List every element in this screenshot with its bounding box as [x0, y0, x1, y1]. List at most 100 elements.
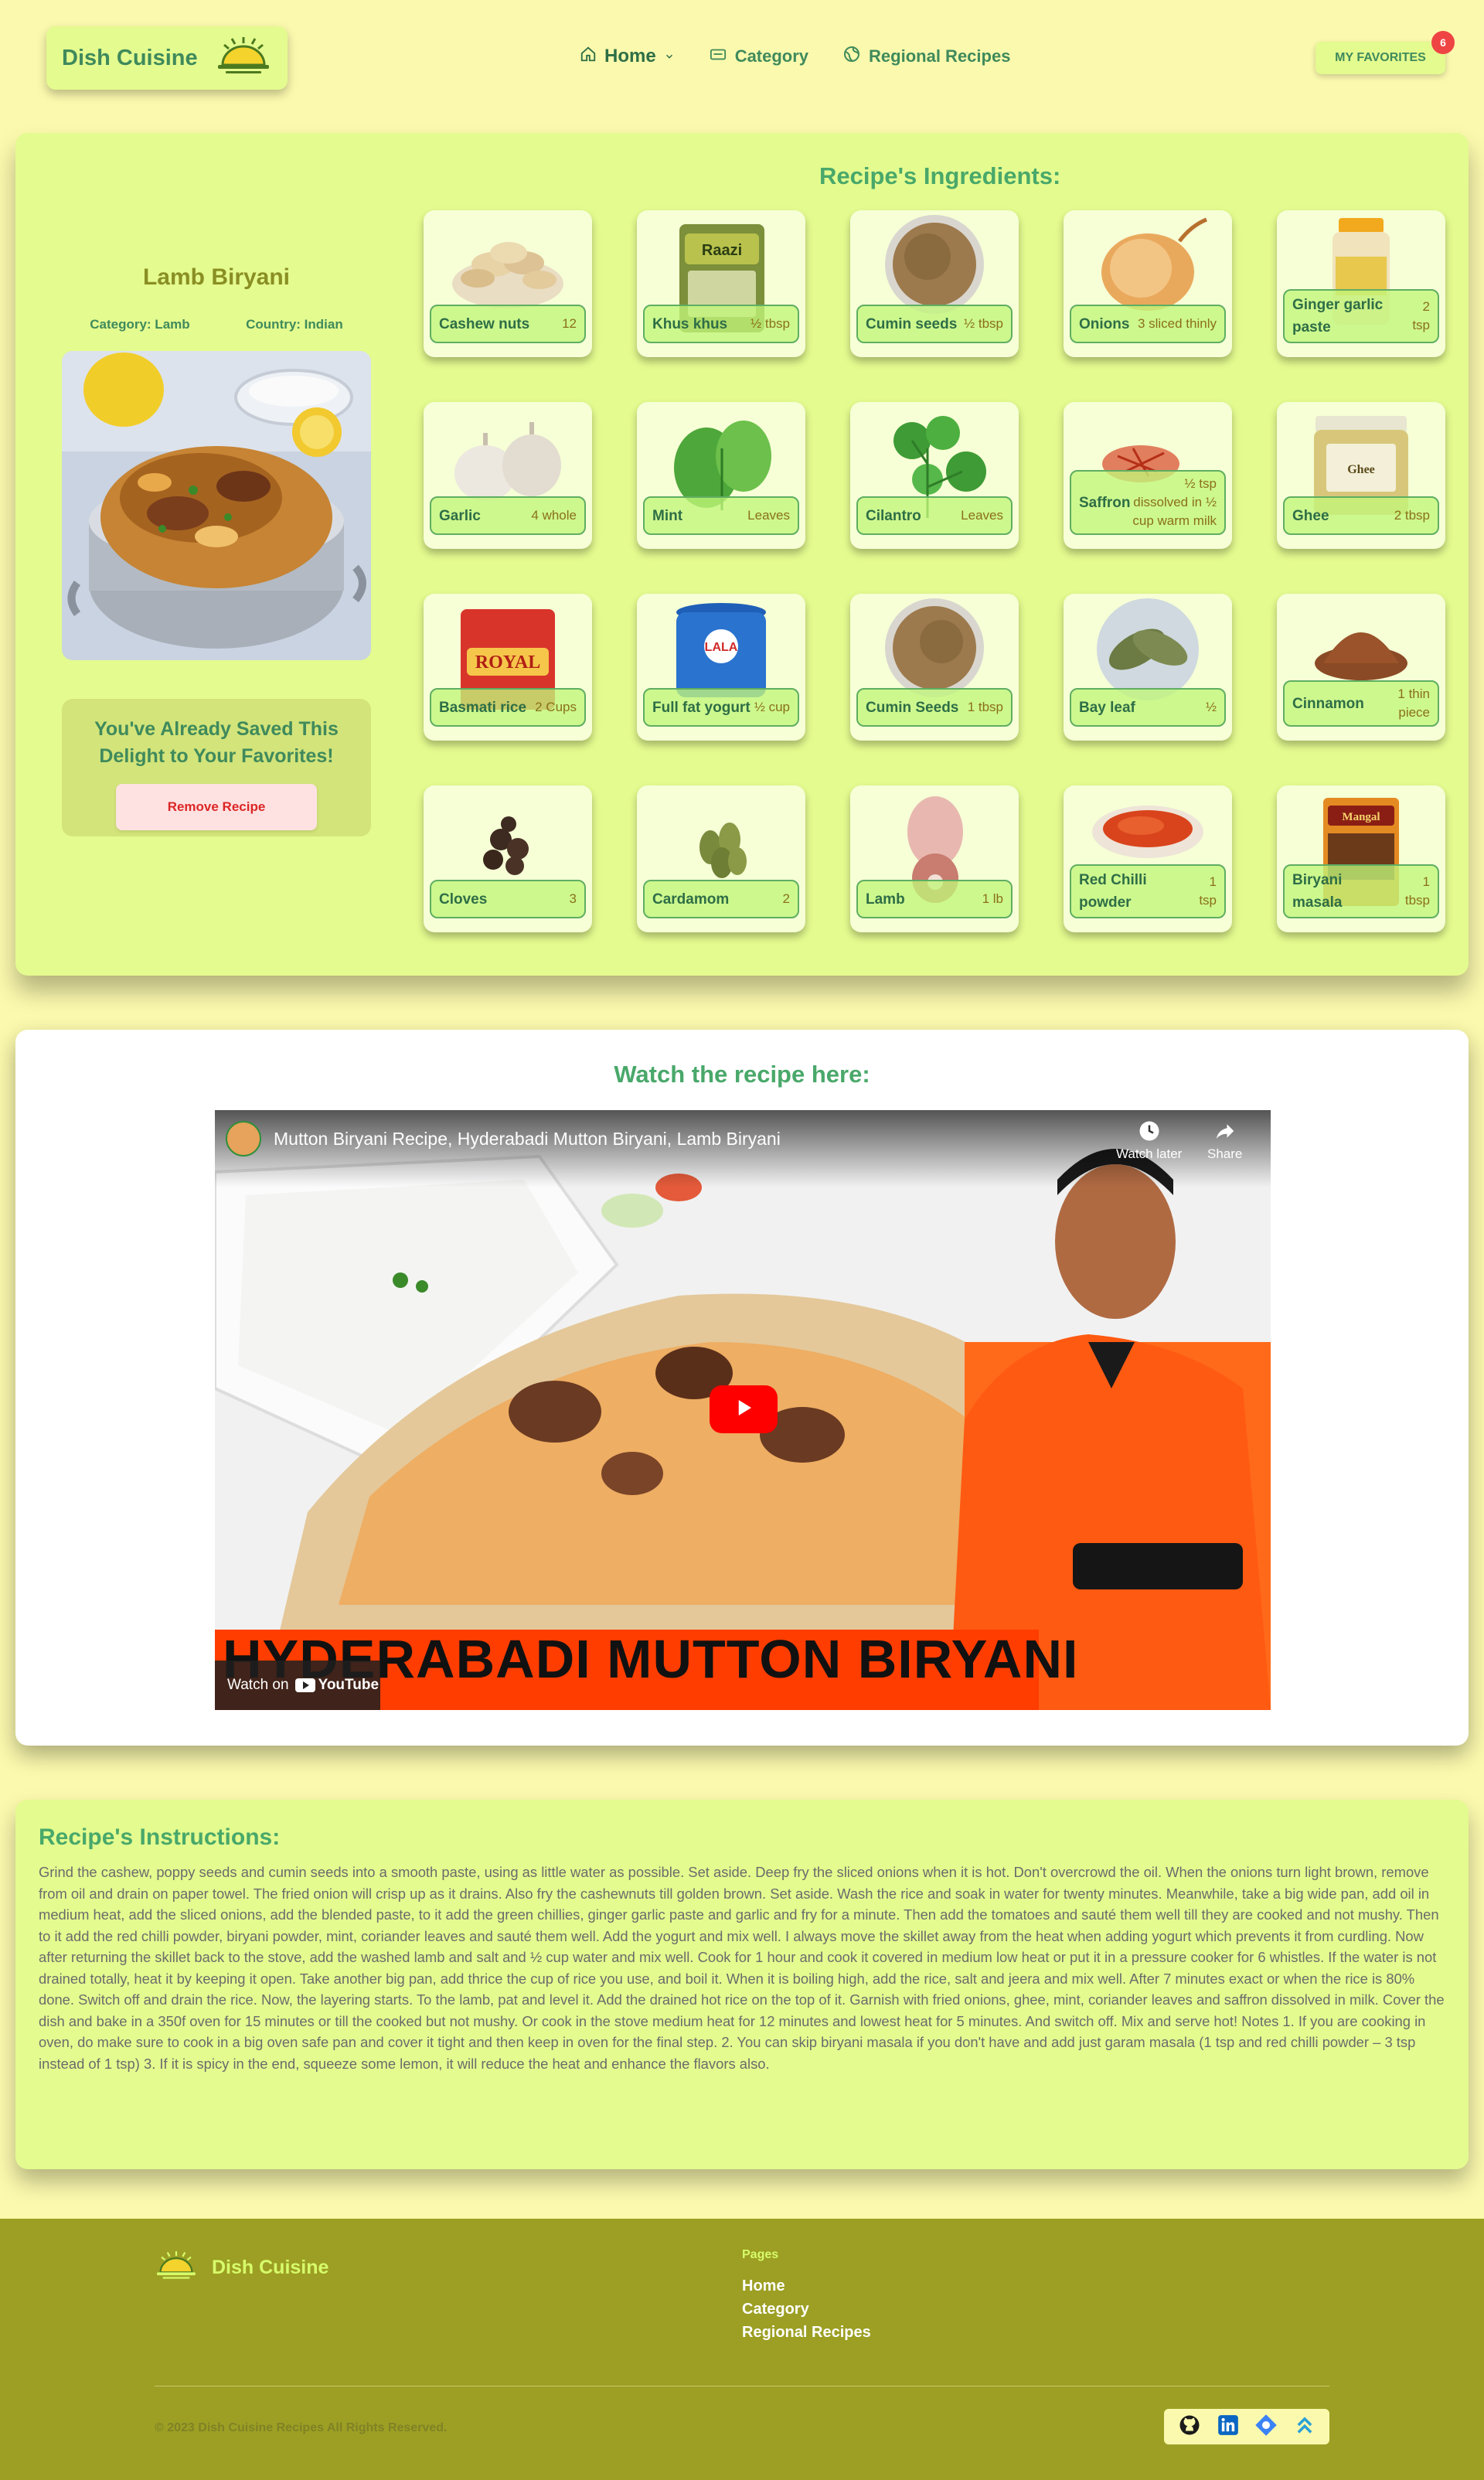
play-button[interactable]: [710, 1385, 778, 1433]
svg-text:LALA: LALA: [705, 641, 738, 654]
ingredient-name: Saffron: [1079, 494, 1131, 511]
ingredient-qty: ½ cup: [754, 700, 790, 714]
ingredient-card[interactable]: Bay leaf ½: [1064, 594, 1232, 741]
ingredient-card[interactable]: Saffron ½ tsp dissolved in ½ cup warm mil…: [1064, 402, 1232, 549]
recipe-title: Lamb Biryani: [142, 264, 291, 290]
ingredient-qty: 3: [569, 891, 577, 906]
footer-link-home[interactable]: Home: [742, 2274, 871, 2298]
ingredient-card[interactable]: Red Chilli powder 1 tsp: [1064, 785, 1232, 932]
video-section-title: Watch the recipe here:: [614, 1061, 870, 1088]
remove-recipe-button[interactable]: Remove Recipe: [116, 784, 317, 830]
ingredient-qty: 4 whole: [531, 508, 577, 523]
recipe-meta: Category: Lamb Country: Indian: [62, 317, 371, 332]
ingredient-card[interactable]: Cardamom 2: [637, 785, 805, 932]
ingredient-name: Cumin Seeds: [866, 699, 959, 716]
ingredient-name: Bay leaf: [1079, 699, 1135, 716]
linkedin-icon[interactable]: [1217, 2414, 1239, 2440]
clock-icon: [1138, 1121, 1161, 1146]
ingredient-name: Onions: [1079, 315, 1130, 332]
ingredient-card[interactable]: Ginger garlic paste 2 tsp: [1277, 210, 1445, 357]
ingredient-name: Full fat yogurt: [652, 699, 751, 716]
portfolio-icon[interactable]: [1254, 2414, 1278, 2441]
home-icon: [580, 46, 597, 68]
ingredient-card[interactable]: Onions 3 sliced thinly: [1064, 210, 1232, 357]
ingredient-card[interactable]: Mint Leaves: [637, 402, 805, 549]
ingredient-name: Mint: [652, 507, 683, 524]
footer-links: Home Category Regional Recipes: [742, 2274, 871, 2344]
footer: Dish Cuisine Pages Home Category Regiona…: [0, 2219, 1484, 2480]
favorites-count-badge: 6: [1431, 31, 1455, 54]
ingredient-qty: 2 tsp: [1412, 299, 1430, 332]
ingredient-card[interactable]: Garlic 4 whole: [424, 402, 592, 549]
my-favorites-button[interactable]: MY FAVORITES: [1316, 42, 1445, 74]
ingredient-name: Ginger garlic paste: [1292, 297, 1384, 336]
ingredient-card[interactable]: Cumin Seeds 1 tbsp: [850, 594, 1019, 741]
ingredient-card[interactable]: Mangal Biryani masala 1 tbsp: [1277, 785, 1445, 932]
watch-on-youtube-button[interactable]: Watch on YouTube: [215, 1661, 380, 1710]
ingredient-name: Cumin seeds: [866, 315, 958, 332]
ingredient-qty: ½: [1205, 700, 1217, 714]
play-icon: [732, 1396, 755, 1423]
globe-icon: [842, 45, 861, 68]
ingredient-qty: 1 tbsp: [1404, 874, 1430, 908]
ingredient-qty: ½ tsp dissolved in ½ cup warm milk: [1132, 476, 1217, 528]
share-label: Share: [1207, 1146, 1243, 1161]
saved-favorite-notice: You've Already Saved This Delight to You…: [62, 699, 371, 836]
watch-later-label: Watch later: [1116, 1146, 1183, 1161]
ingredient-qty: 2: [782, 891, 790, 906]
ingredient-qty: 1 lb: [982, 891, 1003, 906]
brand-logo-button[interactable]: Dish Cuisine: [46, 26, 288, 90]
ingredient-qty: 12: [562, 316, 577, 331]
footer-pages-title: Pages: [742, 2248, 779, 2261]
github-icon[interactable]: [1178, 2414, 1201, 2441]
share-button[interactable]: Share: [1207, 1119, 1242, 1162]
card-icon: [709, 46, 727, 67]
nav-home[interactable]: Home: [580, 46, 675, 68]
ingredient-qty: 1 tsp: [1199, 874, 1217, 908]
nav-regional-label: Regional Recipes: [869, 46, 1011, 66]
watch-later-button[interactable]: Watch later: [1116, 1119, 1182, 1162]
ingredient-card[interactable]: Raazi Khus khus ½ tbsp: [637, 210, 805, 357]
video-title[interactable]: Mutton Biryani Recipe, Hyderabadi Mutton…: [274, 1129, 781, 1150]
ingredient-card[interactable]: Lamb 1 lb: [850, 785, 1019, 932]
ingredient-card[interactable]: ROYAL Basmati rice 2 Cups: [424, 594, 592, 741]
channel-avatar[interactable]: [226, 1121, 261, 1157]
recipe-country: Country: Indian: [246, 317, 343, 332]
ingredient-card[interactable]: Cumin seeds ½ tbsp: [850, 210, 1019, 357]
social-links: [1164, 2409, 1329, 2444]
main-nav: Home Category Regional Recipes: [580, 45, 1010, 68]
nav-regional-recipes[interactable]: Regional Recipes: [842, 45, 1010, 68]
chevron-down-icon: [664, 46, 675, 67]
cloche-icon: [215, 34, 272, 83]
video-section: Watch the recipe here: Mutton Biryani Re: [15, 1030, 1469, 1746]
footer-brand-name: Dish Cuisine: [212, 2257, 329, 2278]
ingredient-name: Lamb: [866, 891, 905, 908]
ingredient-card[interactable]: Cilantro Leaves: [850, 402, 1019, 549]
footer-brand[interactable]: Dish Cuisine: [155, 2248, 328, 2288]
recipe-image: [62, 351, 371, 660]
ingredient-card[interactable]: Ghee Ghee 2 tbsp: [1277, 402, 1445, 549]
nav-category[interactable]: Category: [709, 46, 808, 67]
ingredient-qty: ½ tbsp: [963, 316, 1003, 331]
share-icon: [1213, 1124, 1237, 1146]
footer-link-regional-recipes[interactable]: Regional Recipes: [742, 2321, 871, 2344]
footer-link-category[interactable]: Category: [742, 2298, 871, 2321]
ingredient-card[interactable]: Cashew nuts 12: [424, 210, 592, 357]
ingredient-name: Cilantro: [866, 507, 921, 524]
ingredient-card[interactable]: Cloves 3: [424, 785, 592, 932]
nav-category-label: Category: [734, 46, 809, 66]
youtube-wordmark: YouTube: [318, 1677, 380, 1693]
youtube-embed[interactable]: Mutton Biryani Recipe, Hyderabadi Mutton…: [215, 1110, 1271, 1710]
ingredient-qty: 1 thin piece: [1397, 686, 1430, 720]
ingredient-card[interactable]: LALA Full fat yogurt ½ cup: [637, 594, 805, 741]
ingredient-name: Cashew nuts: [439, 315, 530, 332]
svg-text:ROYAL: ROYAL: [475, 652, 540, 673]
ingredient-card[interactable]: Cinnamon 1 thin piece: [1277, 594, 1445, 741]
instructions-title: Recipe's Instructions:: [39, 1824, 281, 1850]
scroll-top-icon[interactable]: [1294, 2414, 1316, 2440]
ingredient-name: Red Chilli powder: [1079, 872, 1147, 911]
ingredient-name: Cinnamon: [1292, 695, 1364, 712]
youtube-logo-icon: YouTube: [294, 1677, 380, 1694]
ingredient-name: Cloves: [439, 891, 488, 908]
copyright-text: © 2023 Dish Cuisine Recipes All Rights R…: [155, 2421, 448, 2434]
